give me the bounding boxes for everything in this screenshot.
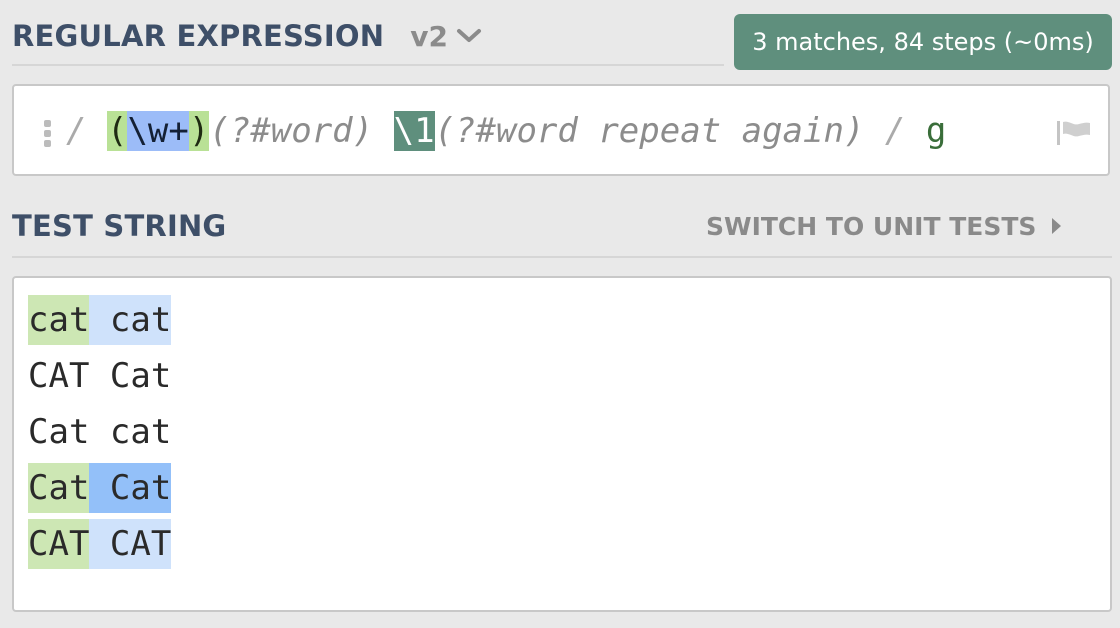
test-string-header: TEST STRING	[12, 204, 226, 248]
match-group-text: CAT	[28, 519, 90, 569]
switch-link-label: SWITCH TO UNIT TESTS	[706, 211, 1037, 241]
group-open-token: (	[106, 111, 128, 151]
match-group-text: Cat	[28, 463, 90, 513]
regex-header-divider	[12, 64, 724, 66]
test-line: CAT Cat	[28, 356, 172, 396]
group-close-token: )	[188, 111, 210, 151]
chevron-right-icon	[1052, 218, 1062, 234]
match-info-text: 3 matches, 84 steps (~0ms)	[752, 28, 1094, 56]
test-string-text[interactable]: cat cat CAT Cat Cat cat Cat Cat CAT CAT	[28, 292, 172, 572]
flag-icon[interactable]	[1056, 120, 1092, 146]
char-class-token: \w+	[127, 111, 189, 151]
match-backref-text: cat	[109, 295, 172, 345]
test-line: Cat Cat	[28, 460, 172, 516]
regex-flags[interactable]: g	[926, 111, 946, 151]
match-backref-text: CAT	[109, 519, 172, 569]
match-group-text: cat	[28, 295, 90, 345]
test-header-divider	[12, 256, 1112, 258]
drag-handle-icon[interactable]	[44, 120, 52, 150]
match-backref-text: Cat	[109, 463, 172, 513]
close-delimiter: /	[884, 111, 906, 151]
test-line: Cat cat	[28, 412, 172, 452]
regex-expression[interactable]: / (\w+) (?#word) \1 (?#word repeat again) …	[66, 108, 946, 154]
backreference-token: \1	[393, 111, 435, 151]
regex-header: REGULAR EXPRESSION v2	[12, 14, 482, 58]
test-line: CAT CAT	[28, 516, 172, 572]
test-string-title: TEST STRING	[12, 209, 227, 243]
comment-token: (?#word repeat again)	[434, 111, 865, 151]
switch-to-unit-tests-link[interactable]: SWITCH TO UNIT TESTS	[706, 204, 1062, 248]
match-info-badge: 3 matches, 84 steps (~0ms)	[734, 14, 1112, 70]
version-label: v2	[410, 19, 448, 53]
chevron-down-icon[interactable]	[456, 27, 482, 45]
version-selector[interactable]: v2	[410, 20, 482, 53]
comment-token: (?#word)	[209, 111, 374, 151]
open-delimiter: /	[66, 111, 87, 151]
test-line: cat cat	[28, 292, 172, 348]
regex-input[interactable]: / (\w+) (?#word) \1 (?#word repeat again) …	[12, 84, 1110, 176]
regex-section-title: REGULAR EXPRESSION	[12, 19, 385, 53]
test-string-input[interactable]: cat cat CAT Cat Cat cat Cat Cat CAT CAT	[12, 276, 1112, 612]
